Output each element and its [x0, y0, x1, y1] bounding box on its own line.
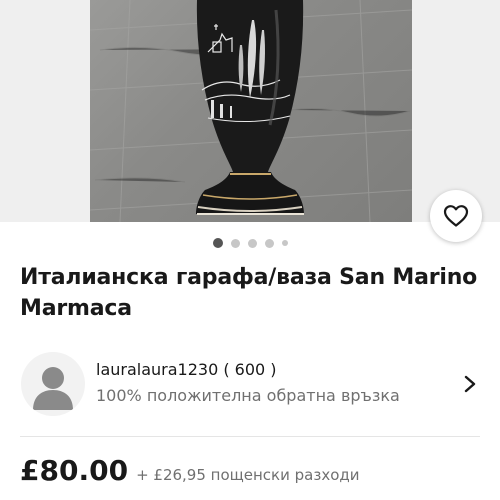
- divider: [20, 436, 480, 437]
- favorite-button[interactable]: [430, 190, 482, 242]
- pagination-dot[interactable]: [247, 238, 257, 248]
- seller-feedback: 100% положителна обратна връзка: [96, 386, 400, 405]
- avatar: [21, 352, 85, 416]
- vase-image: [90, 0, 412, 222]
- seller-name[interactable]: lauralaura1230 ( 600 ): [96, 360, 277, 379]
- price-row: £80.00 + £26,95 пощенски разходи: [20, 454, 360, 487]
- user-silhouette-icon: [33, 367, 73, 410]
- pagination-dot[interactable]: [264, 238, 274, 248]
- shipping-cost: + £26,95 пощенски разходи: [136, 466, 360, 484]
- price: £80.00: [20, 454, 129, 487]
- image-gallery[interactable]: [0, 0, 500, 222]
- heart-outline-icon: [443, 205, 469, 227]
- gallery-pagination: [0, 238, 500, 248]
- pagination-dot[interactable]: [212, 238, 223, 248]
- listing-title: Италианска гарафа/ваза San Marino Marmac…: [20, 265, 478, 321]
- listing-photo[interactable]: [90, 0, 412, 222]
- chevron-right-icon[interactable]: [462, 374, 478, 394]
- seller-card[interactable]: lauralaura1230 ( 600 ) 100% положителна …: [0, 346, 500, 426]
- pagination-dot[interactable]: [230, 238, 240, 248]
- pagination-dot[interactable]: [281, 240, 288, 246]
